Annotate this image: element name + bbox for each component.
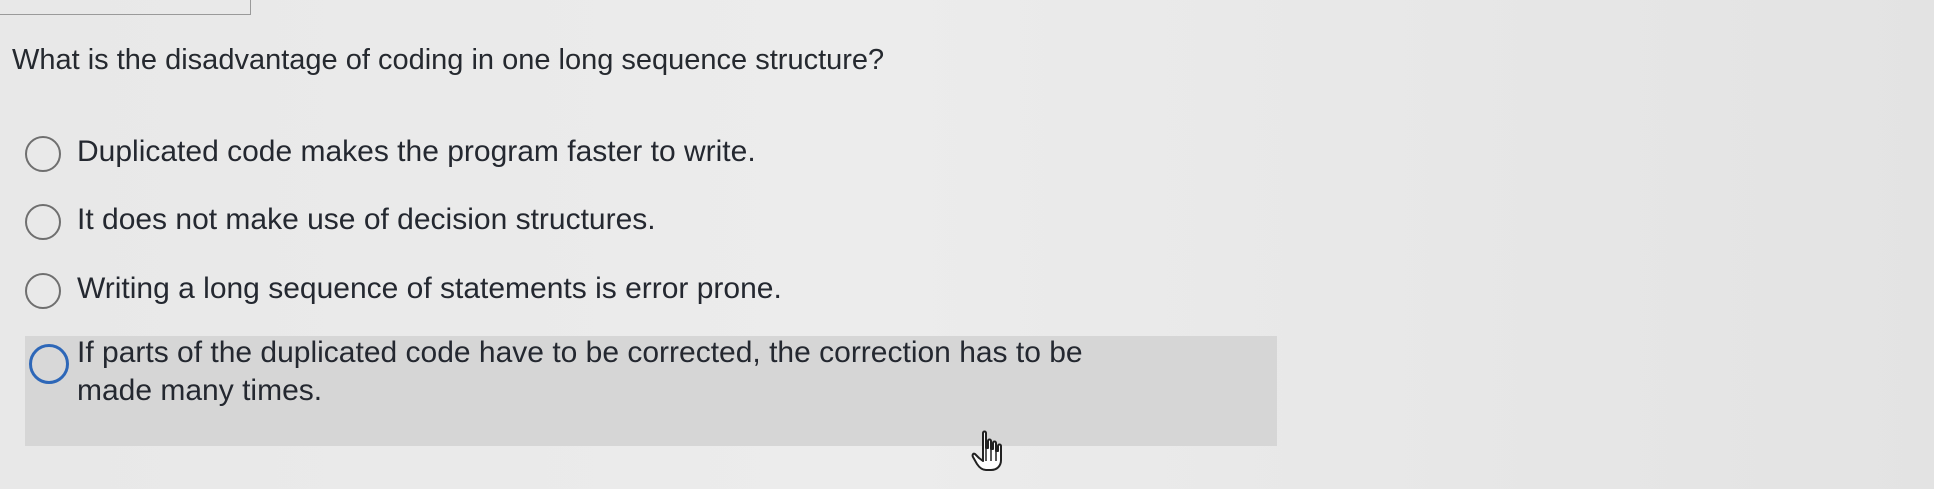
answer-option-4-label: If parts of the duplicated code have to … [77, 336, 1083, 407]
answer-option-2-label: It does not make use of decision structu… [77, 203, 656, 236]
hand-pointer-icon [971, 430, 1002, 471]
answer-option-2[interactable]: It does not make use of decision structu… [25, 201, 1275, 240]
radio-button-option-1[interactable] [25, 136, 61, 172]
question-text: What is the disadvantage of coding in on… [12, 44, 885, 76]
radio-button-option-4[interactable] [29, 344, 69, 384]
radio-button-option-3[interactable] [25, 273, 61, 309]
answer-option-1-label: Duplicated code makes the program faster… [77, 135, 756, 168]
radio-button-option-2[interactable] [25, 204, 61, 240]
answer-option-3[interactable]: Writing a long sequence of statements is… [25, 270, 1275, 309]
header-frame [0, 0, 251, 15]
answer-option-4[interactable]: If parts of the duplicated code have to … [25, 336, 1277, 446]
answer-option-3-label: Writing a long sequence of statements is… [77, 272, 782, 305]
answer-option-1[interactable]: Duplicated code makes the program faster… [25, 133, 1275, 172]
